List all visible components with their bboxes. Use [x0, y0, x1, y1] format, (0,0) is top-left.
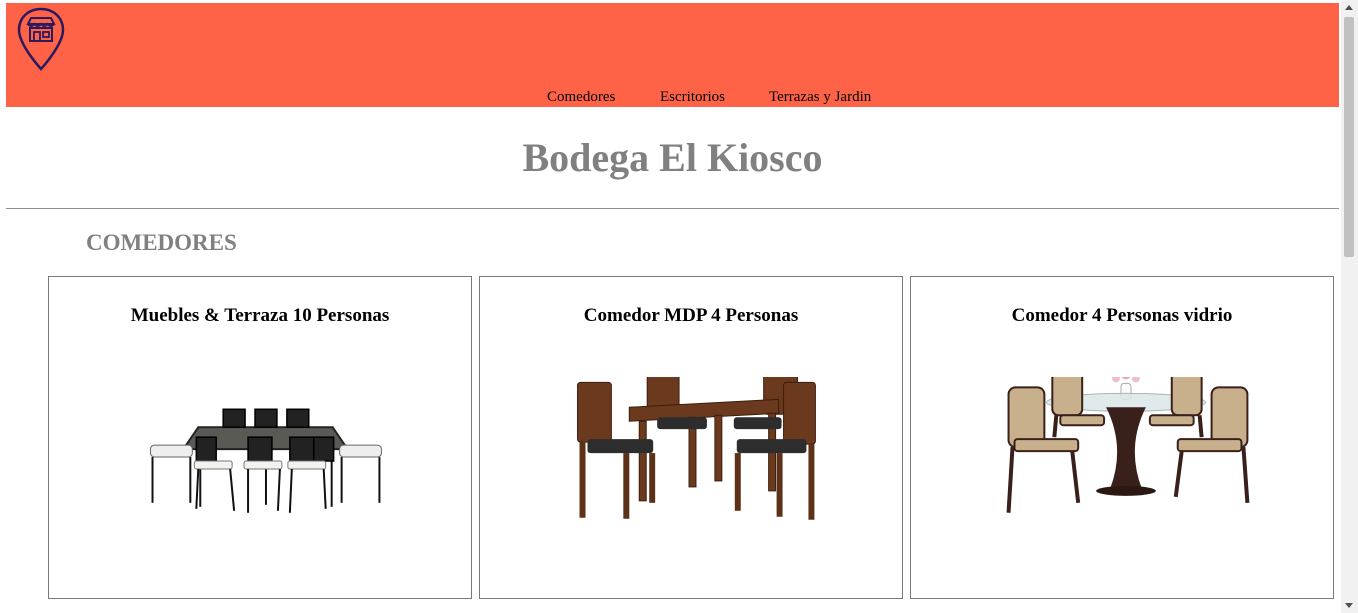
vertical-scrollbar[interactable] [1341, 0, 1358, 613]
store-pin-icon[interactable] [16, 7, 66, 71]
scroll-thumb[interactable] [1344, 17, 1354, 257]
product-name: Muebles & Terraza 10 Personas [130, 305, 390, 326]
product-card[interactable]: Comedor 4 Personas vidrio [910, 276, 1334, 599]
main-nav: Comedores Escritorios Terrazas y Jardin [6, 89, 1339, 107]
outdoor-dining-set-image [150, 408, 382, 513]
product-name: Comedor MDP 4 Personas [583, 305, 799, 326]
section-title: COMEDORES [86, 230, 237, 255]
scroll-up-icon[interactable] [1345, 5, 1353, 10]
page-title: Bodega El Kiosco [522, 135, 823, 180]
product-card[interactable]: Comedor MDP 4 Personas [479, 276, 903, 599]
glass-dining-set-image [1006, 377, 1250, 513]
site-header: Comedores Escritorios Terrazas y Jardin [6, 3, 1339, 107]
nav-link-escritorios[interactable]: Escritorios [660, 89, 725, 106]
product-name: Comedor 4 Personas vidrio [1011, 305, 1233, 326]
page: Comedores Escritorios Terrazas y Jardin … [6, 3, 1339, 613]
nav-link-terrazas-y-jardin[interactable]: Terrazas y Jardin [769, 89, 871, 106]
wooden-dining-set-image [577, 377, 816, 520]
scroll-down-icon[interactable] [1345, 603, 1353, 608]
nav-link-comedores[interactable]: Comedores [547, 89, 615, 106]
divider [6, 208, 1339, 209]
product-card[interactable]: Muebles & Terraza 10 Personas [48, 276, 472, 599]
